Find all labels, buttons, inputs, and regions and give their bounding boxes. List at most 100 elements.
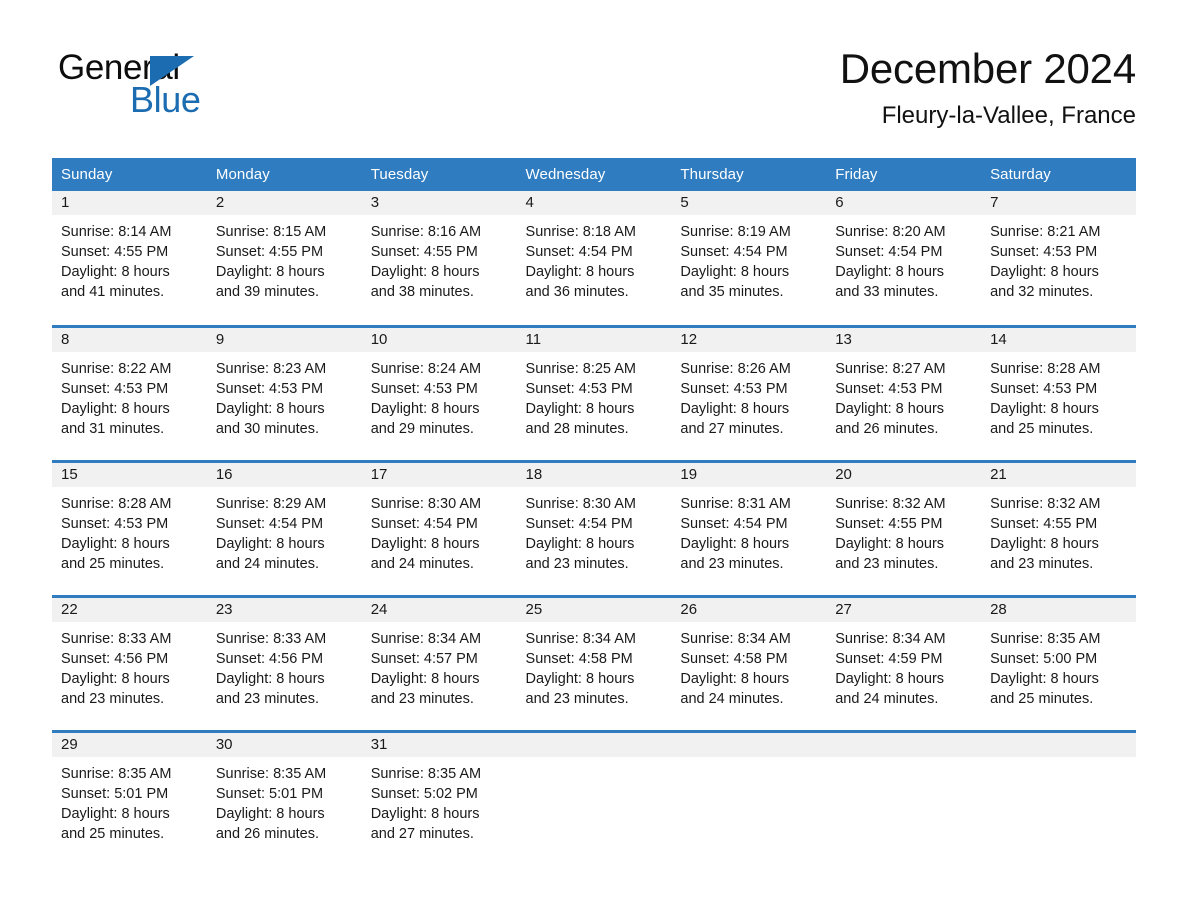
day-cell[interactable]: 17 Sunrise: 8:30 AM Sunset: 4:54 PM Dayl…: [361, 459, 517, 596]
sunset-text: Sunset: 4:58 PM: [525, 650, 633, 667]
day-details: Sunrise: 8:31 AM Sunset: 4:54 PM Dayligh…: [671, 487, 826, 574]
sunrise-text: Sunrise: 8:16 AM: [370, 224, 482, 240]
daylight-text-line1: Daylight: 8 hours: [61, 264, 170, 280]
sunset-text: Sunset: 5:01 PM: [215, 785, 324, 802]
daylight-text-line1: Daylight: 8 hours: [990, 535, 1099, 552]
day-number: [826, 732, 982, 757]
logo-text-blue: Blue: [130, 79, 201, 120]
day-cell[interactable]: 10 Sunrise: 8:24 AM Sunset: 4:53 PM Dayl…: [361, 324, 517, 461]
day-number: 29: [52, 732, 207, 757]
daylight-text-line2: and 26 minutes.: [215, 825, 320, 842]
day-cell[interactable]: 15 Sunrise: 8:28 AM Sunset: 4:53 PM Dayl…: [52, 459, 207, 596]
sunset-text: Sunset: 4:54 PM: [370, 515, 478, 532]
sunrise-text: Sunrise: 8:28 AM: [61, 495, 172, 512]
day-number: [516, 732, 672, 757]
page-header: General Blue December 2024 Fleury-la-Val…: [0, 0, 1188, 158]
day-cell[interactable]: 2 Sunrise: 8:15 AM Sunset: 4:55 PM Dayli…: [206, 191, 362, 326]
day-cell[interactable]: 14 Sunrise: 8:28 AM Sunset: 4:53 PM Dayl…: [981, 324, 1136, 461]
day-number: 2: [206, 191, 362, 215]
daylight-text-line1: Daylight: 8 hours: [525, 400, 635, 417]
day-details: Sunrise: 8:25 AM Sunset: 4:53 PM Dayligh…: [517, 352, 672, 439]
daylight-text-line1: Daylight: 8 hours: [990, 670, 1099, 687]
daylight-text-line1: Daylight: 8 hours: [370, 264, 480, 280]
day-cell[interactable]: 19 Sunrise: 8:31 AM Sunset: 4:54 PM Dayl…: [671, 459, 827, 596]
day-cell[interactable]: 18 Sunrise: 8:30 AM Sunset: 4:54 PM Dayl…: [516, 459, 672, 596]
day-details: Sunrise: 8:23 AM Sunset: 4:53 PM Dayligh…: [207, 352, 362, 439]
daylight-text-line2: and 25 minutes.: [990, 420, 1094, 437]
day-details: Sunrise: 8:24 AM Sunset: 4:53 PM Dayligh…: [362, 352, 517, 439]
daylight-text-line2: and 25 minutes.: [61, 555, 165, 572]
day-cell[interactable]: 31 Sunrise: 8:35 AM Sunset: 5:02 PM Dayl…: [361, 729, 517, 866]
daylight-text-line2: and 25 minutes.: [990, 690, 1094, 707]
sunset-text: Sunset: 4:55 PM: [370, 244, 478, 260]
day-cell[interactable]: 8 Sunrise: 8:22 AM Sunset: 4:53 PM Dayli…: [52, 324, 207, 461]
daylight-text-line1: Daylight: 8 hours: [215, 535, 325, 552]
sunrise-text: Sunrise: 8:34 AM: [370, 630, 482, 647]
day-cell[interactable]: 5 Sunrise: 8:19 AM Sunset: 4:54 PM Dayli…: [671, 191, 827, 326]
sunrise-text: Sunrise: 8:35 AM: [215, 765, 327, 782]
day-cell[interactable]: 13 Sunrise: 8:27 AM Sunset: 4:53 PM Dayl…: [826, 324, 982, 461]
daylight-text-line1: Daylight: 8 hours: [990, 264, 1099, 280]
sunrise-text: Sunrise: 8:20 AM: [835, 224, 946, 240]
sunrise-text: Sunrise: 8:35 AM: [61, 765, 172, 782]
day-cell[interactable]: 28 Sunrise: 8:35 AM Sunset: 5:00 PM Dayl…: [981, 594, 1136, 731]
column-header-saturday: Saturday: [981, 158, 1136, 191]
column-header-friday: Friday: [826, 158, 982, 191]
day-cell[interactable]: 4 Sunrise: 8:18 AM Sunset: 4:54 PM Dayli…: [516, 191, 672, 326]
sunset-text: Sunset: 4:54 PM: [680, 515, 788, 532]
daylight-text-line1: Daylight: 8 hours: [61, 670, 170, 687]
calendar-week-row: 29 Sunrise: 8:35 AM Sunset: 5:01 PM Dayl…: [52, 729, 1136, 866]
day-details: Sunrise: 8:35 AM Sunset: 5:00 PM Dayligh…: [981, 622, 1136, 709]
daylight-text-line2: and 27 minutes.: [680, 420, 784, 437]
day-cell[interactable]: 7 Sunrise: 8:21 AM Sunset: 4:53 PM Dayli…: [981, 191, 1136, 326]
day-cell[interactable]: 30 Sunrise: 8:35 AM Sunset: 5:01 PM Dayl…: [206, 729, 362, 866]
day-cell[interactable]: 24 Sunrise: 8:34 AM Sunset: 4:57 PM Dayl…: [361, 594, 517, 731]
day-cell[interactable]: 9 Sunrise: 8:23 AM Sunset: 4:53 PM Dayli…: [206, 324, 362, 461]
day-number: 30: [206, 732, 362, 757]
day-details: Sunrise: 8:21 AM Sunset: 4:53 PM Dayligh…: [981, 215, 1136, 302]
daylight-text-line1: Daylight: 8 hours: [215, 670, 325, 687]
day-details: Sunrise: 8:14 AM Sunset: 4:55 PM Dayligh…: [52, 215, 207, 302]
day-cell[interactable]: 26 Sunrise: 8:34 AM Sunset: 4:58 PM Dayl…: [671, 594, 827, 731]
day-number: 27: [826, 597, 982, 622]
sunrise-text: Sunrise: 8:34 AM: [835, 630, 946, 647]
day-cell[interactable]: 6 Sunrise: 8:20 AM Sunset: 4:54 PM Dayli…: [826, 191, 982, 326]
day-number: 3: [361, 191, 517, 215]
calendar-week-row: 8 Sunrise: 8:22 AM Sunset: 4:53 PM Dayli…: [52, 324, 1136, 461]
daylight-text-line1: Daylight: 8 hours: [835, 670, 945, 687]
day-cell[interactable]: 20 Sunrise: 8:32 AM Sunset: 4:55 PM Dayl…: [826, 459, 982, 596]
sunrise-text: Sunrise: 8:29 AM: [215, 495, 327, 512]
day-cell[interactable]: 27 Sunrise: 8:34 AM Sunset: 4:59 PM Dayl…: [826, 594, 982, 731]
sunrise-text: Sunrise: 8:25 AM: [525, 360, 636, 377]
day-cell[interactable]: 21 Sunrise: 8:32 AM Sunset: 4:55 PM Dayl…: [981, 459, 1136, 596]
sunset-text: Sunset: 4:56 PM: [61, 650, 169, 667]
day-cell[interactable]: 3 Sunrise: 8:16 AM Sunset: 4:55 PM Dayli…: [361, 191, 517, 326]
generalblue-logo[interactable]: General Blue: [58, 50, 288, 122]
daylight-text-line2: and 25 minutes.: [61, 825, 165, 842]
day-cell[interactable]: 16 Sunrise: 8:29 AM Sunset: 4:54 PM Dayl…: [206, 459, 362, 596]
calendar-week-row: 15 Sunrise: 8:28 AM Sunset: 4:53 PM Dayl…: [52, 459, 1136, 596]
day-number: 15: [52, 462, 207, 487]
sunset-text: Sunset: 4:53 PM: [990, 244, 1098, 260]
daylight-text-line1: Daylight: 8 hours: [61, 535, 170, 552]
daylight-text-line2: and 30 minutes.: [215, 420, 320, 437]
day-cell[interactable]: 23 Sunrise: 8:33 AM Sunset: 4:56 PM Dayl…: [206, 594, 362, 731]
day-cell[interactable]: 22 Sunrise: 8:33 AM Sunset: 4:56 PM Dayl…: [52, 594, 207, 731]
day-cell[interactable]: 11 Sunrise: 8:25 AM Sunset: 4:53 PM Dayl…: [516, 324, 672, 461]
column-header-tuesday: Tuesday: [361, 158, 517, 191]
day-cell[interactable]: 1 Sunrise: 8:14 AM Sunset: 4:55 PM Dayli…: [52, 191, 207, 326]
daylight-text-line2: and 41 minutes.: [61, 284, 165, 300]
day-number: 31: [361, 732, 517, 757]
daylight-text-line2: and 28 minutes.: [525, 420, 629, 437]
day-number: 26: [671, 597, 827, 622]
day-cell-empty: [981, 729, 1136, 866]
sunrise-text: Sunrise: 8:22 AM: [61, 360, 172, 377]
sunset-text: Sunset: 4:57 PM: [370, 650, 478, 667]
daylight-text-line1: Daylight: 8 hours: [61, 400, 170, 417]
day-cell[interactable]: 25 Sunrise: 8:34 AM Sunset: 4:58 PM Dayl…: [516, 594, 672, 731]
day-cell[interactable]: 29 Sunrise: 8:35 AM Sunset: 5:01 PM Dayl…: [52, 729, 207, 866]
day-details: Sunrise: 8:22 AM Sunset: 4:53 PM Dayligh…: [52, 352, 207, 439]
day-cell[interactable]: 12 Sunrise: 8:26 AM Sunset: 4:53 PM Dayl…: [671, 324, 827, 461]
day-number: 12: [671, 327, 827, 352]
daylight-text-line2: and 23 minutes.: [215, 690, 320, 707]
